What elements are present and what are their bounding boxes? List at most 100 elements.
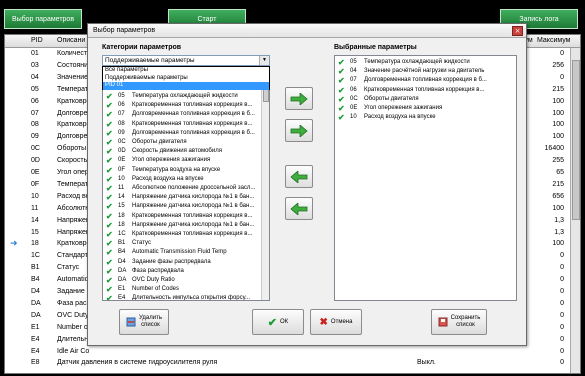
list-item[interactable]: ✔ 10 Расход воздуха на впуске [335, 113, 516, 122]
check-icon: ✔ [106, 174, 113, 184]
list-item[interactable]: ✔ 14 Напряжение датчика кислорода №1 в бан… [103, 193, 269, 202]
item-pid: 06 [118, 102, 125, 109]
list-item[interactable]: ✔ 07 Долговременная топливная коррекция в … [103, 110, 269, 119]
check-icon: ✔ [106, 184, 113, 193]
item-name: Статус [132, 240, 151, 247]
item-pid: E4 [118, 295, 126, 301]
dropdown-option-selected[interactable]: PID 01 [103, 82, 269, 90]
row-pid: B4 [31, 276, 40, 284]
selected-params-list[interactable]: ✔ 05 Температура охлаждающей жидкости ✔ 04 Зн… [334, 55, 517, 301]
item-name: OVC Duty Ratio [132, 277, 175, 283]
list-item[interactable]: ✔ 15 Напряжение датчика кислорода №1 в бан… [103, 202, 269, 211]
available-params-list[interactable]: ✔ 05 Температура охлаждающей жидкости ✔ 06 Кр… [102, 67, 270, 301]
row-max: 0 [560, 359, 564, 367]
list-item[interactable]: ✔ 1C Кратковременная топливная коррекция в… [103, 230, 269, 239]
list-item[interactable]: ✔ E1 Number of Codes [103, 285, 269, 294]
check-icon: ✔ [106, 239, 113, 249]
delete-list-button[interactable]: Удалить список [119, 309, 169, 335]
list-item[interactable]: ✔ 04 Значение расчётной нагрузки на двигат… [335, 67, 516, 76]
ok-label: ОК [280, 319, 289, 325]
item-pid: 0F [118, 166, 126, 173]
header-pid[interactable]: PID [31, 37, 43, 44]
list-item[interactable]: ✔ 05 Температура охлаждающей жидкости [103, 92, 269, 101]
item-pid: D4 [118, 258, 126, 265]
list-item[interactable]: ✔ DA Фаза распредвала [103, 267, 269, 276]
list-item[interactable]: ✔ DA OVC Duty Ratio [103, 276, 269, 285]
list-item[interactable]: ✔ 05 Температура охлаждающей жидкости [335, 58, 516, 67]
row-pid: 15 [31, 228, 39, 236]
table-scrollbar[interactable] [570, 48, 580, 373]
arrow-right-icon [290, 124, 308, 137]
remove-all-button[interactable] [285, 197, 313, 220]
list-item[interactable]: ✔ 07 Долговременная топливная коррекция в … [335, 76, 516, 85]
list-item[interactable]: ✔ 18 Напряжение датчика кислорода №1 в бан… [103, 221, 269, 230]
row-description: Расход во [57, 192, 90, 200]
close-icon[interactable]: × [512, 26, 523, 36]
list-item[interactable]: ✔ 09 Долговременная топливная коррекция в … [103, 129, 269, 138]
list-item[interactable]: ✔ 08 Кратковременная топливная коррекция в… [103, 120, 269, 129]
row-pid: DA [31, 311, 41, 319]
row-max: 0 [560, 276, 564, 284]
category-select[interactable]: Поддерживаемые параметры ▼ [102, 55, 270, 66]
list-item[interactable]: ✔ B4 Automatic Transmission Fluid Temp [103, 248, 269, 257]
row-pid: 03 [31, 61, 39, 69]
delete-list-label: Удалить список [139, 315, 162, 328]
table-row[interactable]: E4 Idle Air Co 0 [5, 347, 580, 359]
item-name: Температура охлаждающей жидкости [132, 93, 238, 99]
check-icon: ✔ [106, 110, 113, 120]
list-item[interactable]: ✔ 0D Скорость движения автомобиля [103, 147, 269, 156]
list-item[interactable]: ✔ 10 Расход воздуха на впуске [103, 175, 269, 184]
list-item[interactable]: ✔ E4 Длительность импульса открытия форсу.… [103, 294, 269, 301]
list-item[interactable]: ✔ D4 Задание фазы распредвала [103, 258, 269, 267]
item-name: Обороты двигателя [132, 139, 187, 145]
list-item[interactable]: ✔ 0C Обороты двигателя [335, 95, 516, 104]
available-list-scrollbar[interactable] [261, 68, 269, 300]
table-row[interactable]: E8 Датчик давления в системе гидроусилите… [5, 358, 580, 370]
row-pid: 18 [31, 240, 39, 248]
dropdown-option[interactable]: Поддерживаемые параметры [103, 75, 269, 83]
check-icon: ✔ [106, 220, 113, 230]
check-icon: ✔ [106, 202, 113, 212]
dropdown-option[interactable]: Все параметры [103, 67, 269, 75]
save-list-icon [438, 317, 448, 327]
check-icon: ✔ [106, 211, 113, 221]
list-item[interactable]: ✔ 0E Угол опережения зажигания [335, 104, 516, 113]
check-icon: ✔ [267, 316, 278, 329]
list-item[interactable]: ✔ 06 Кратковременная топливная коррекция в… [103, 101, 269, 110]
list-item[interactable]: ✔ 18 Кратковременная топливная коррекция в… [103, 212, 269, 221]
ok-button[interactable]: ✔ ОК [252, 309, 304, 335]
check-icon: ✔ [338, 113, 345, 123]
chevron-down-icon[interactable]: ▼ [259, 56, 269, 65]
header-description[interactable]: Описани [57, 37, 85, 44]
list-item[interactable]: ✔ B1 Статус [103, 239, 269, 248]
row-max: 0 [560, 299, 564, 307]
add-one-button[interactable] [285, 87, 313, 110]
item-pid: 10 [118, 175, 125, 182]
list-item[interactable]: ✔ 0E Угол опережения зажигания [103, 156, 269, 165]
remove-one-button[interactable] [285, 165, 313, 188]
list-item[interactable]: ✔ 0F Температура воздуха на впуске [103, 166, 269, 175]
item-name: Кратковременная топливная коррекция в... [132, 212, 253, 219]
item-name: Значение расчётной нагрузки на двигатель [364, 68, 485, 75]
row-description: Напряжен [57, 216, 90, 224]
select-params-button[interactable]: Выбор параметров [4, 9, 82, 29]
item-name: Температура охлаждающей жидкости [364, 59, 470, 65]
check-icon: ✔ [106, 156, 113, 166]
list-item[interactable]: ✔ 0C Обороты двигателя [103, 138, 269, 147]
item-name: Долговременная топливная коррекция в б..… [132, 111, 255, 118]
row-description: Значение [57, 73, 89, 81]
save-list-button[interactable]: Сохранить список [431, 309, 487, 335]
row-pid: DA [31, 299, 41, 307]
cancel-button[interactable]: ✖ Отмена [310, 309, 362, 335]
row-description: Number of [57, 323, 90, 331]
header-max[interactable]: Максимум [537, 37, 570, 44]
item-name: Кратковременная топливная коррекция в... [364, 86, 485, 93]
item-name: Длительность импульса открытия форсу... [132, 295, 251, 301]
item-name: Температура воздуха на впуске [132, 166, 221, 173]
item-pid: 18 [118, 221, 125, 228]
list-item[interactable]: ✔ 11 Абсолютное положение дроссельной засл… [103, 184, 269, 193]
check-icon: ✔ [106, 230, 113, 239]
dialog-titlebar: Выбор параметров × [88, 24, 526, 38]
list-item[interactable]: ✔ 06 Кратковременная топливная коррекция в… [335, 86, 516, 95]
add-all-button[interactable] [285, 119, 313, 142]
